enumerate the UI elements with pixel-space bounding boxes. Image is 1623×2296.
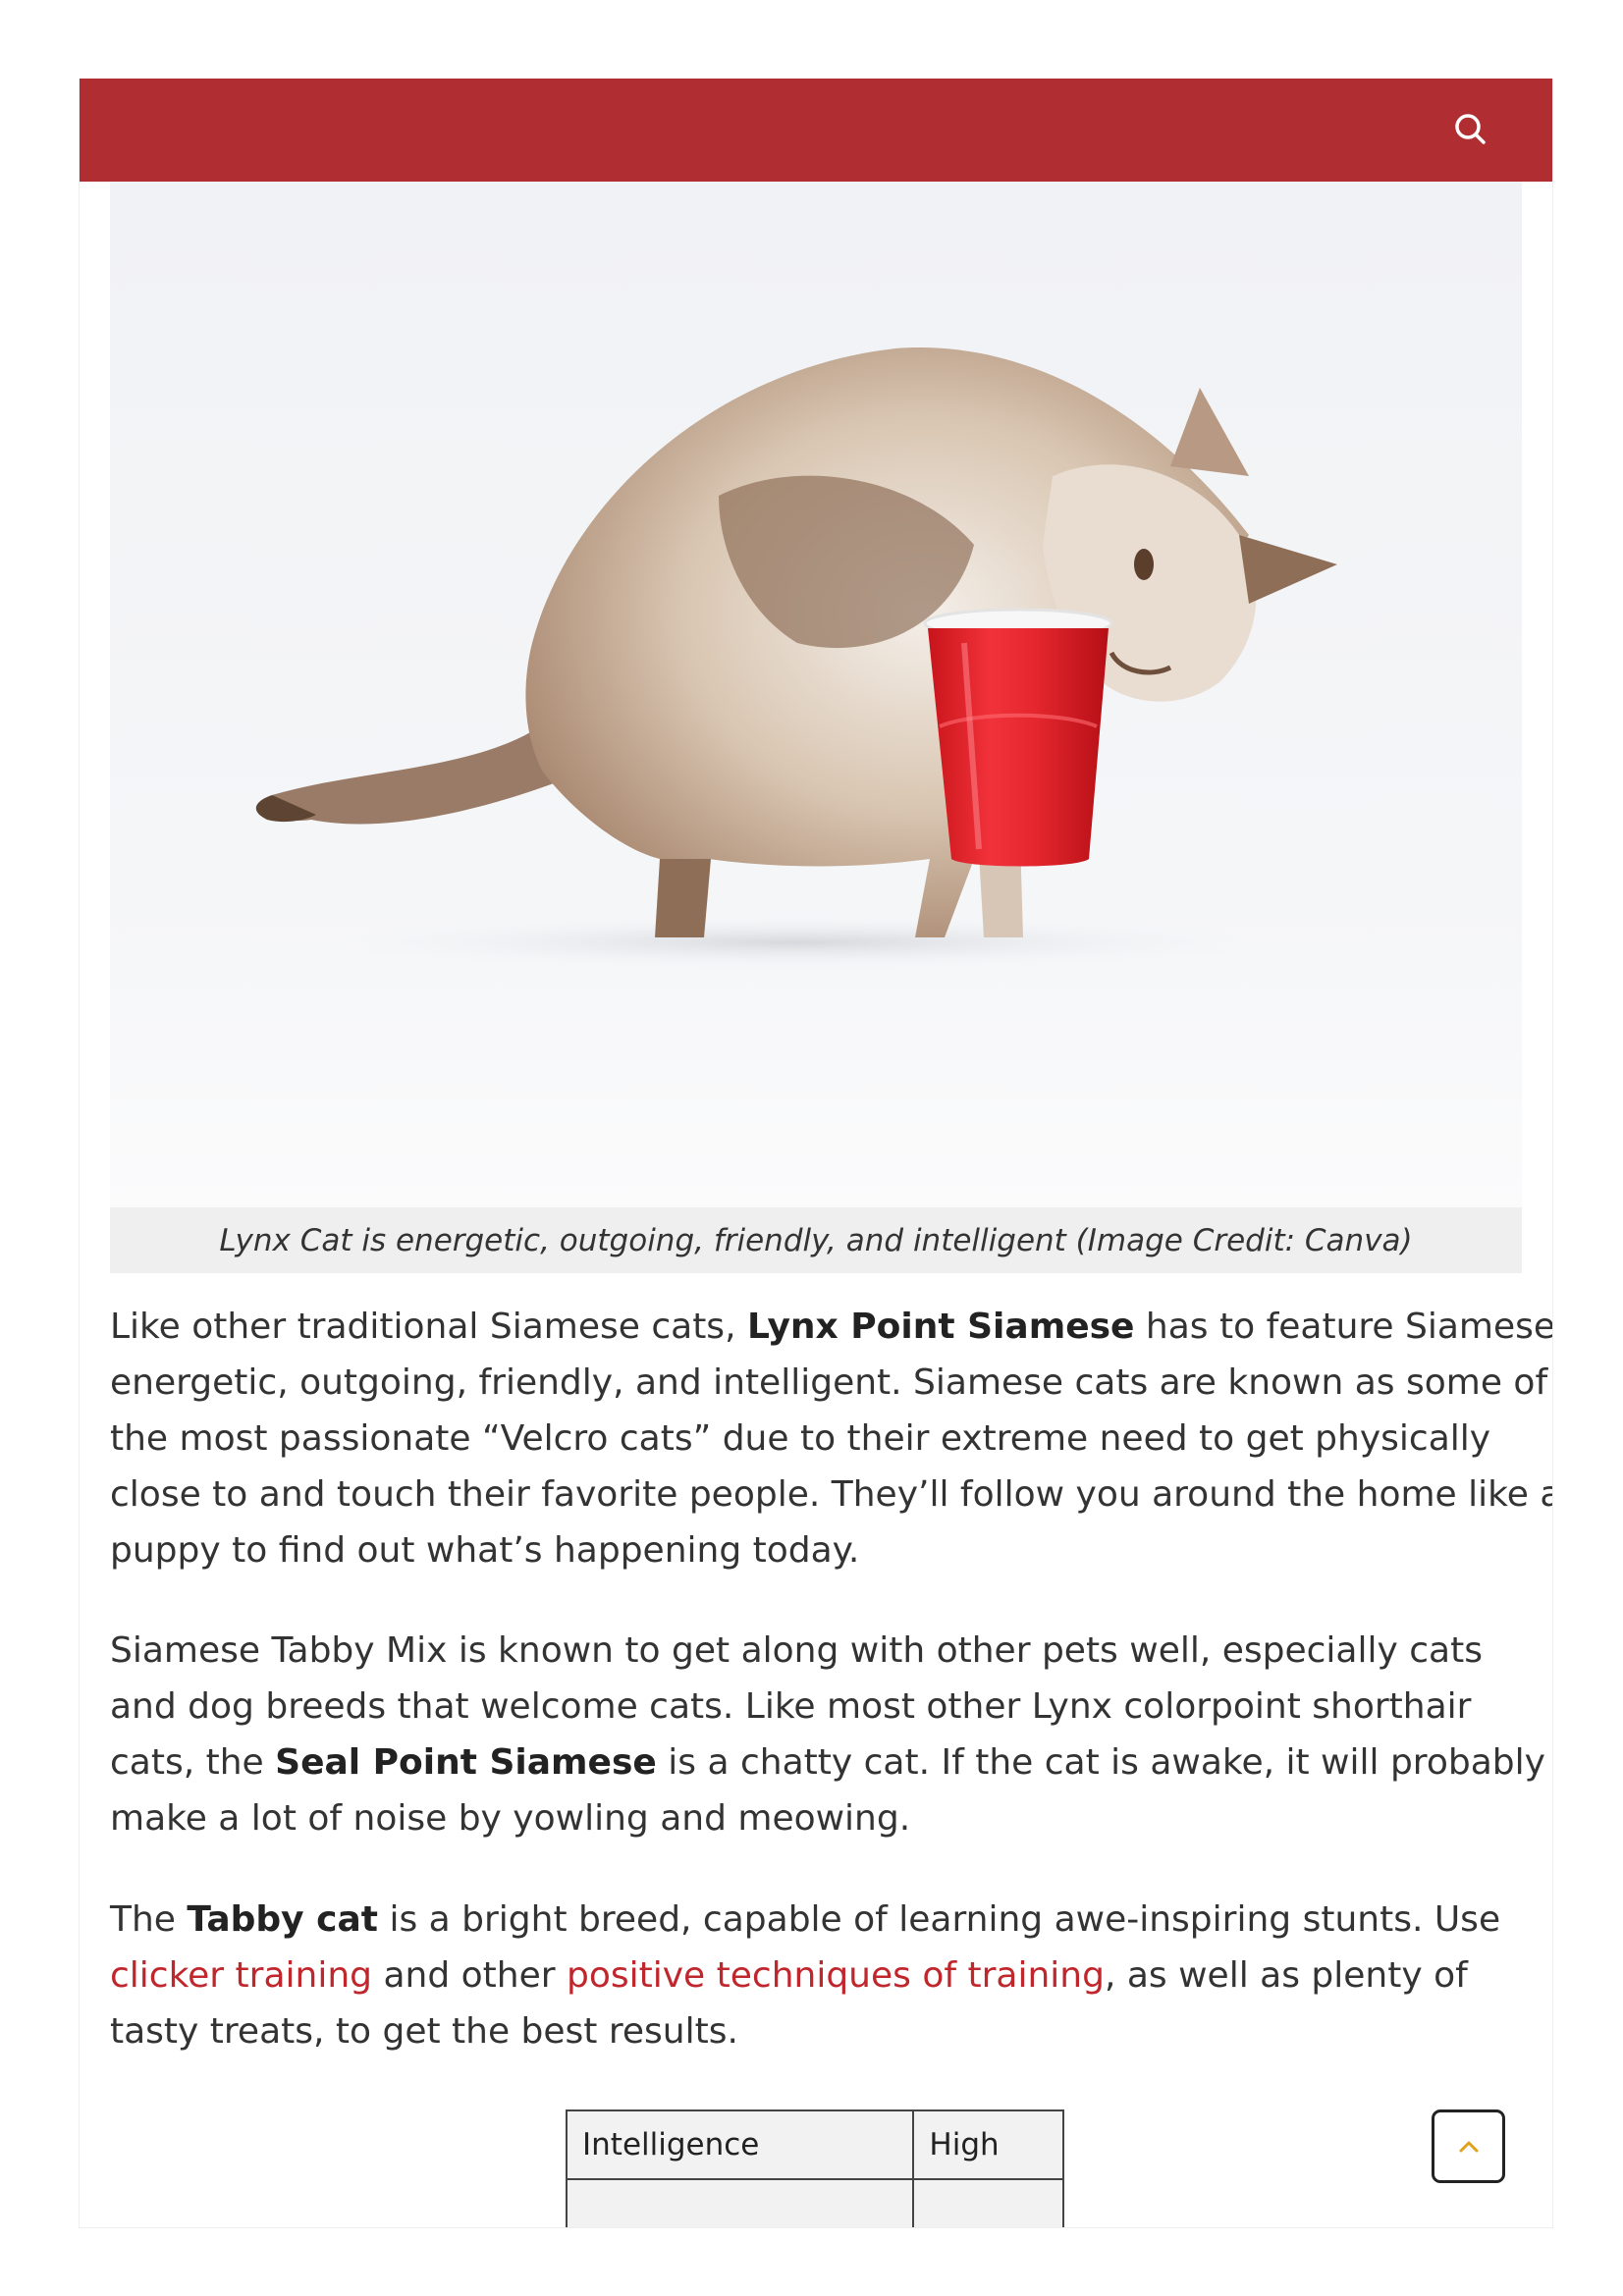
paragraph-line: cats, the Seal Point Siamese is a chatty… <box>110 1735 1545 1790</box>
table-cell-value: High <box>912 2109 1064 2180</box>
lynx-cat-photo <box>110 182 1522 1207</box>
search-icon <box>1455 114 1486 144</box>
text-span: , as well as plenty of <box>1104 1955 1468 1996</box>
paragraph-line: The Tabby cat is a bright breed, capable… <box>110 1892 1522 1948</box>
article-paragraph-1: Like other traditional Siamese cats, Lyn… <box>110 1299 1553 1578</box>
bold-term-tabby-cat: Tabby cat <box>187 1899 378 1940</box>
table-cell-label <box>565 2178 915 2227</box>
paragraph-line: the most passionate “Velcro cats” due to… <box>110 1418 1491 1459</box>
text-span: The <box>110 1899 188 1940</box>
page: Lynx Cat is energetic, outgoing, friendl… <box>0 0 1623 2296</box>
table-row: Intelligence High <box>565 2109 1064 2180</box>
bold-term-seal-point-siamese: Seal Point Siamese <box>275 1742 657 1783</box>
positive-training-link[interactable]: positive techniques of training <box>567 1955 1105 1996</box>
clicker-training-link[interactable]: clicker training <box>110 1955 372 1996</box>
text-span: and other <box>372 1955 567 1996</box>
table-cell-label: Intelligence <box>565 2109 915 2180</box>
article-paragraph-3: The Tabby cat is a bright breed, capable… <box>110 1892 1522 2059</box>
paragraph-line: close to and touch their favorite people… <box>110 1474 1553 1515</box>
text-span: Like other traditional Siamese cats, <box>110 1307 747 1347</box>
paragraph-line: puppy to find out what’s happening today… <box>110 1530 860 1571</box>
scroll-to-top-button[interactable] <box>1432 2109 1505 2183</box>
content-container: Lynx Cat is energetic, outgoing, friendl… <box>79 79 1553 2228</box>
paragraph-line: clicker training and other positive tech… <box>110 1948 1522 2003</box>
paragraph-line: make a lot of noise by yowling and meowi… <box>110 1798 911 1839</box>
table-row <box>565 2178 1064 2227</box>
text-span: has to feature Siamese as <box>1145 1307 1553 1347</box>
figure-caption: Lynx Cat is energetic, outgoing, friendl… <box>110 1207 1522 1273</box>
article-figure: Lynx Cat is energetic, outgoing, friendl… <box>110 182 1522 1273</box>
paragraph-line: energetic, outgoing, friendly, and intel… <box>110 1362 1548 1403</box>
top-navigation-bar <box>80 79 1552 182</box>
paragraph-line: and dog breeds that welcome cats. Like m… <box>110 1686 1472 1727</box>
paragraph-line: Like other traditional Siamese cats, Lyn… <box>110 1299 1552 1355</box>
paragraph-line: Siamese Tabby Mix is known to get along … <box>110 1630 1483 1671</box>
table-cell-value <box>912 2178 1064 2227</box>
text-span: cats, the <box>110 1742 276 1783</box>
paragraph-line: tasty treats, to get the best results. <box>110 2011 738 2052</box>
breed-stats-table: Intelligence High <box>565 2109 1064 2227</box>
text-span: is a chatty cat. If the cat is awake, it… <box>656 1742 1545 1783</box>
text-span: is a bright breed, capable of learning a… <box>378 1899 1501 1940</box>
bold-term-lynx-point-siamese: Lynx Point Siamese <box>746 1307 1135 1347</box>
article-paragraph-2: Siamese Tabby Mix is known to get along … <box>110 1623 1545 1846</box>
chevron-up-icon <box>1459 2141 1478 2152</box>
search-button[interactable] <box>1450 109 1491 150</box>
